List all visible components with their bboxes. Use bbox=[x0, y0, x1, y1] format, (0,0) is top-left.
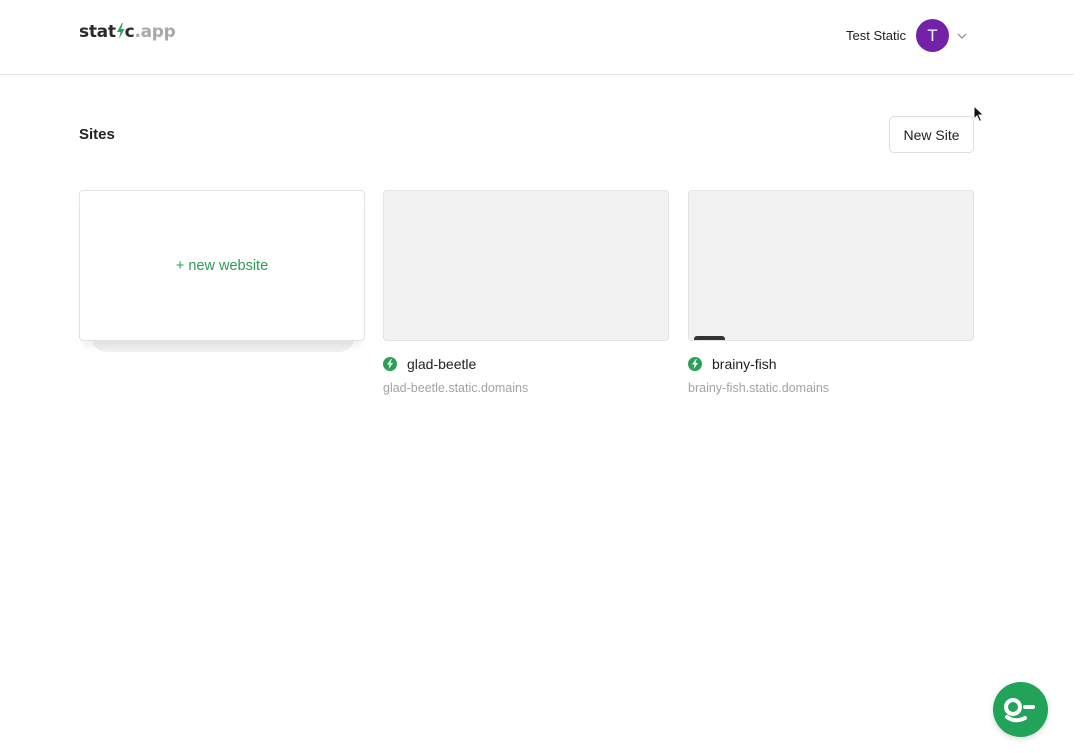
site-name[interactable]: glad-beetle bbox=[407, 356, 476, 372]
top-header: stat c .app Test Static T bbox=[0, 0, 1074, 75]
new-site-button[interactable]: New Site bbox=[889, 116, 974, 153]
page-title: Sites bbox=[79, 126, 115, 143]
site-name[interactable]: brainy-fish bbox=[712, 356, 777, 372]
site-thumbnail[interactable] bbox=[688, 190, 974, 341]
user-menu[interactable]: Test Static T bbox=[846, 19, 968, 52]
chat-support-icon bbox=[1003, 697, 1035, 722]
bolt-icon bbox=[688, 357, 702, 371]
site-domain[interactable]: glad-beetle.static.domains bbox=[383, 381, 669, 395]
user-name: Test Static bbox=[846, 28, 906, 43]
logo-text-part2: c bbox=[124, 22, 135, 42]
mouse-cursor-icon bbox=[973, 105, 985, 123]
chevron-down-icon[interactable] bbox=[956, 30, 968, 42]
logo[interactable]: stat c .app bbox=[79, 21, 176, 42]
logo-bolt-icon bbox=[116, 23, 125, 39]
new-website-label: + new website bbox=[175, 257, 269, 274]
thumbnail-tab bbox=[694, 336, 725, 340]
site-card-glad-beetle[interactable]: glad-beetle glad-beetle.static.domains bbox=[383, 190, 669, 395]
bolt-icon bbox=[383, 357, 397, 371]
logo-text-part1: stat bbox=[79, 22, 116, 42]
site-thumbnail[interactable] bbox=[383, 190, 669, 341]
avatar-initial: T bbox=[927, 25, 938, 45]
site-card-brainy-fish[interactable]: brainy-fish brainy-fish.static.domains bbox=[688, 190, 974, 395]
new-website-card[interactable]: + new website bbox=[79, 190, 365, 341]
page: stat c .app Test Static T Sites New Site… bbox=[0, 0, 1080, 753]
chat-support-button[interactable] bbox=[993, 682, 1048, 737]
site-domain[interactable]: brainy-fish.static.domains bbox=[688, 381, 974, 395]
avatar[interactable]: T bbox=[916, 19, 949, 52]
site-name-row: glad-beetle bbox=[383, 356, 669, 372]
site-name-row: brainy-fish bbox=[688, 356, 974, 372]
logo-text-part3: .app bbox=[134, 22, 176, 42]
